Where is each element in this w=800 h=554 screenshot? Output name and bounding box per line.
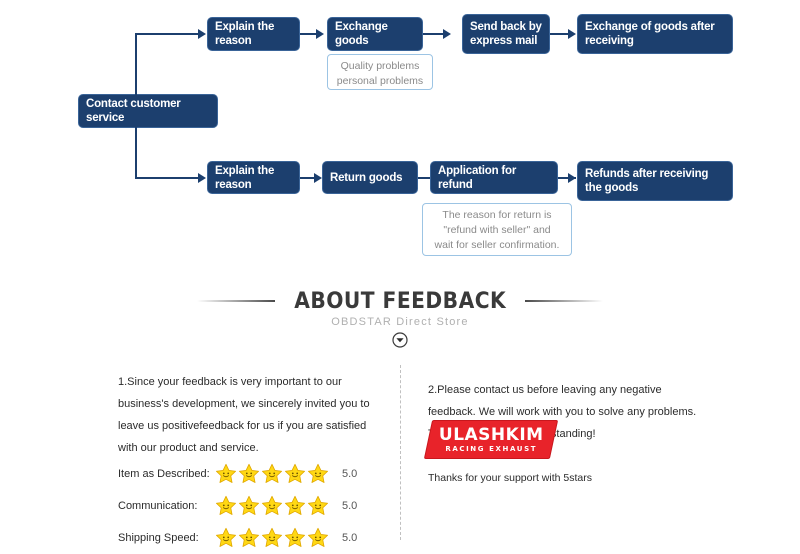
flow-node-refunds-after-receiving-the-goods[interactable]: Refunds after receiving the goods — [577, 161, 733, 201]
column-divider — [400, 365, 401, 540]
flow-node-send-back-by-express-mail[interactable]: Send back by express mail — [462, 14, 550, 54]
star-icon — [284, 463, 306, 483]
flow-node-label: Application for refund — [438, 164, 517, 191]
arrowhead-bottom-1 — [314, 173, 322, 183]
arrowhead-top-3 — [568, 29, 576, 39]
rating-score: 5.0 — [342, 532, 358, 544]
star-icon — [238, 463, 260, 483]
star-icon — [261, 463, 283, 483]
rating-score: 5.0 — [342, 500, 358, 512]
callout-line-3: wait for seller confirmation. — [434, 239, 560, 251]
flow-node-exchange-goods[interactable]: Exchange goods — [327, 17, 423, 51]
flow-node-label: Exchange goods — [335, 21, 388, 47]
flow-node-exchange-of-goods-after-receiving[interactable]: Exchange of goods after receiving — [577, 14, 733, 54]
flow-node-label: Send back by express mail — [470, 21, 542, 47]
star-icon — [215, 495, 237, 515]
brand-block: ULASHKIM RACING EXHAUST Thanks for your … — [423, 420, 592, 484]
rating-stars[interactable] — [215, 527, 333, 549]
star-icon — [261, 495, 283, 515]
flow-node-label: Exchange of goods after receiving — [585, 21, 715, 47]
feedback-paragraph-left: 1.Since your feedback is very important … — [118, 376, 370, 454]
ulashkim-logo: ULASHKIM RACING EXHAUST — [423, 420, 559, 459]
rating-score: 5.0 — [342, 468, 358, 480]
star-icon — [284, 495, 306, 515]
returns-flowchart: Contact customer service Explain the rea… — [0, 0, 800, 278]
rating-label: Item as Described: — [118, 468, 210, 480]
arrowhead-top-1 — [316, 29, 324, 39]
rating-stars[interactable] — [215, 463, 333, 485]
rating-label: Shipping Speed: — [118, 532, 199, 544]
arrowhead-bottom-3 — [568, 173, 576, 183]
flow-node-label: Explain the reason — [215, 164, 275, 191]
connector-trunk-down — [135, 127, 137, 179]
callout-exchange-reasons: Quality problems personal problems — [327, 54, 433, 90]
flow-node-application-for-refund[interactable]: Application for refund — [430, 161, 558, 194]
star-icon — [238, 527, 260, 547]
brand-name: ULASHKIM — [438, 424, 544, 445]
rating-stars[interactable] — [215, 495, 333, 517]
flow-node-explain-the-reason-bottom[interactable]: Explain the reason — [207, 161, 300, 194]
star-icon — [307, 463, 329, 483]
flow-node-explain-the-reason-top[interactable]: Explain the reason — [207, 17, 300, 51]
feedback-section: 1.Since your feedback is very important … — [0, 360, 800, 550]
star-icon — [238, 495, 260, 515]
flow-node-label: Explain the reason — [215, 21, 275, 47]
connector-branch-top — [135, 33, 203, 35]
callout-line-1: The reason for return is — [442, 209, 552, 221]
connector-trunk-up — [135, 33, 137, 95]
ratings-list: Item as Described: 5.0 Communication: 5.… — [118, 458, 357, 554]
brand-thanks-note: Thanks for your support with 5stars — [428, 472, 592, 484]
flow-node-return-goods[interactable]: Return goods — [322, 161, 418, 194]
flow-node-label: Refunds after receiving the goods — [585, 168, 709, 194]
about-feedback-header: ABOUT FEEDBACK OBDSTAR Direct Store — [0, 288, 800, 348]
star-icon — [215, 463, 237, 483]
star-icon — [307, 495, 329, 515]
star-icon — [307, 527, 329, 547]
rating-label: Communication: — [118, 500, 198, 512]
header-rule-right — [525, 300, 604, 302]
flow-node-contact-customer-service[interactable]: Contact customer service — [78, 94, 218, 128]
callout-line-2: "refund with seller" and — [443, 224, 551, 236]
star-icon — [261, 527, 283, 547]
store-subtitle: OBDSTAR Direct Store — [331, 316, 469, 328]
rating-row-communication: Communication: 5.0 — [118, 490, 357, 522]
callout-line-1: Quality problems — [340, 60, 420, 72]
header-rule-left — [196, 300, 275, 302]
flow-node-label: Return goods — [330, 171, 403, 184]
callout-refund-reason: The reason for return is "refund with se… — [422, 203, 572, 256]
rating-row-shipping-speed: Shipping Speed: 5.0 — [118, 522, 357, 554]
flow-node-label: Contact customer service — [86, 98, 181, 124]
connector-branch-bottom — [135, 177, 203, 179]
arrowhead-branch-bottom — [198, 173, 206, 183]
arrowhead-top-2 — [443, 29, 451, 39]
callout-line-2: personal problems — [336, 75, 424, 87]
rating-row-item-as-described: Item as Described: 5.0 — [118, 458, 357, 490]
arrowhead-branch-top — [198, 29, 206, 39]
star-icon — [215, 527, 237, 547]
page-title: ABOUT FEEDBACK — [294, 288, 506, 314]
brand-tagline: RACING EXHAUST — [445, 444, 537, 453]
chevron-down-circle-icon[interactable] — [392, 332, 408, 348]
star-icon — [284, 527, 306, 547]
